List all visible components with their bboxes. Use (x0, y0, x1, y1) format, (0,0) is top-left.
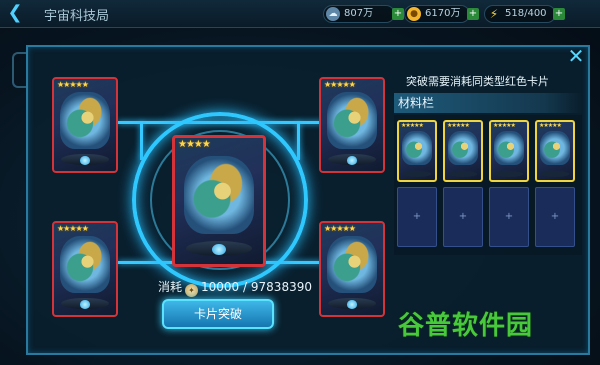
material-card-top-right[interactable]: ★★★★★ (319, 77, 385, 173)
empty-slot-3[interactable]: + (489, 187, 529, 247)
material-card-bottom-right[interactable]: ★★★★★ (319, 221, 385, 317)
cost-label: 消耗 (158, 280, 183, 294)
resource-cloud: ☁ 807万 + (323, 5, 404, 23)
dragon-art (60, 91, 110, 149)
material-slot-2[interactable]: ★★★★★ (443, 120, 483, 182)
resource-energy: ⚡ 518/400 + (484, 5, 565, 23)
connector-line-left (140, 122, 143, 160)
material-slot-3[interactable]: ★★★★★ (489, 120, 529, 182)
card-stars: ★★★★★ (57, 80, 89, 89)
connector-line-right (297, 122, 300, 160)
material-slot-1[interactable]: ★★★★★ (397, 120, 437, 182)
back-arrow-icon[interactable]: ❮ (3, 2, 27, 24)
dragon-art (327, 91, 377, 149)
card-stars: ★★★★★ (324, 80, 356, 89)
dragon-art (327, 235, 377, 293)
cost-value: 10000 (201, 280, 240, 294)
cloud-icon: ☁ (326, 7, 340, 21)
card-stars: ★★★★★ (447, 122, 470, 129)
resource-energy-value: 518/400 (505, 8, 547, 19)
card-base (403, 171, 431, 178)
cost-separator: / (243, 280, 248, 294)
cost-owned: 97838390 (250, 280, 312, 294)
materials-header: 材料栏 (394, 93, 582, 113)
coin-icon: ● (407, 7, 421, 21)
page-title: 宇宙科技局 (44, 9, 110, 24)
lightning-icon: ⚡ (489, 7, 499, 21)
empty-slot-2[interactable]: + (443, 187, 483, 247)
card-breakthrough-button[interactable]: 卡片突破 (162, 299, 274, 329)
card-stars: ★★★★ (178, 139, 211, 150)
dragon-art (447, 131, 479, 165)
card-gem (80, 156, 90, 165)
resource-coin-value: 6170万 (425, 8, 461, 19)
card-base (449, 171, 477, 178)
card-stars: ★★★★★ (324, 224, 356, 233)
material-card-bottom-left[interactable]: ★★★★★ (52, 221, 118, 317)
add-coin-button[interactable]: + (467, 8, 479, 20)
material-slot-4[interactable]: ★★★★★ (535, 120, 575, 182)
watermark: 谷普软件园 (398, 311, 534, 341)
card-gem (347, 300, 357, 309)
cost-line: 消耗 ✦ 10000 / 97838390 (158, 278, 312, 297)
card-stars: ★★★★★ (401, 122, 424, 129)
dragon-art (183, 155, 255, 234)
top-bar: ❮ 宇宙科技局 ☁ 807万 + ● 6170万 + ⚡ 518/400 + (0, 0, 600, 28)
resource-cloud-value: 807万 (344, 8, 374, 19)
resource-coin: ● 6170万 + (404, 5, 479, 23)
main-card[interactable]: ★★★★ (172, 135, 266, 267)
material-card-top-left[interactable]: ★★★★★ (52, 77, 118, 173)
dragon-art (493, 131, 525, 165)
dragon-art (539, 131, 571, 165)
card-stars: ★★★★★ (57, 224, 89, 233)
card-stars: ★★★★★ (493, 122, 516, 129)
gear-coin-icon: ✦ (185, 284, 199, 297)
add-energy-button[interactable]: + (553, 8, 565, 20)
breakthrough-hint: 突破需要消耗同类型红色卡片 (406, 75, 549, 88)
card-base (541, 171, 569, 178)
card-base (495, 171, 523, 178)
card-gem (347, 156, 357, 165)
empty-slot-4[interactable]: + (535, 187, 575, 247)
close-icon[interactable]: ✕ (566, 46, 586, 66)
dragon-art (60, 235, 110, 293)
add-cloud-button[interactable]: + (392, 8, 404, 20)
dragon-art (401, 131, 433, 165)
empty-slot-1[interactable]: + (397, 187, 437, 247)
card-stars: ★★★★★ (539, 122, 562, 129)
card-gem (80, 300, 90, 309)
